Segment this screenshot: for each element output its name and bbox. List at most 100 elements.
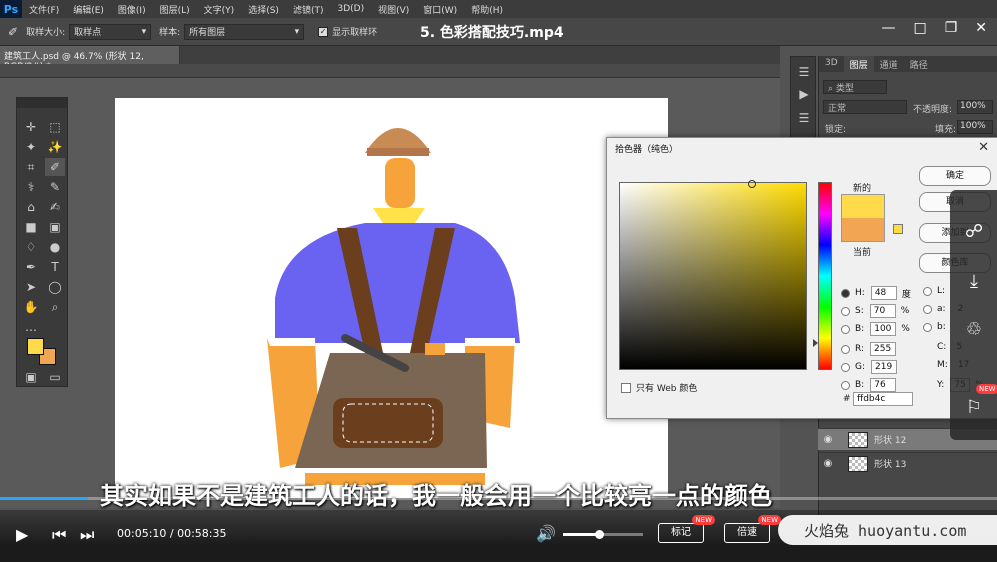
blue-radio[interactable] (841, 380, 850, 390)
lab-a-radio[interactable] (923, 304, 932, 314)
gradient-tool-icon[interactable]: ▣ (45, 218, 65, 236)
share-icon[interactable]: ☍ (962, 220, 986, 244)
minimize-icon[interactable]: — (881, 20, 895, 36)
show-ring-checkbox[interactable]: ✓ (318, 26, 329, 37)
next-icon[interactable]: ⏭ (80, 525, 94, 545)
document-canvas[interactable] (115, 98, 668, 498)
tab-paths[interactable]: 路径 (904, 56, 934, 72)
tab-channels[interactable]: 通道 (874, 56, 904, 72)
quick-mask-icon[interactable]: ▣ (21, 368, 41, 386)
fill-field[interactable]: 100% (957, 120, 993, 134)
actions-panel-icon[interactable]: ▶ (794, 85, 814, 103)
history-brush-icon[interactable]: ✍ (45, 198, 65, 216)
type-tool-icon[interactable]: T (45, 258, 65, 276)
green-field[interactable]: 219 (871, 360, 898, 374)
layer-name: 形状 12 (874, 436, 907, 446)
history-panel-icon[interactable]: ☰ (794, 63, 814, 81)
hue-field[interactable]: 48 (870, 286, 897, 300)
screen-mode-icon[interactable]: ▭ (45, 368, 65, 386)
toolbox-header[interactable] (17, 98, 67, 108)
previous-icon[interactable]: ⏮ (52, 525, 66, 545)
speed-button[interactable]: 倍速 NEW (724, 515, 781, 543)
close-icon[interactable]: ✕ (975, 20, 987, 36)
close-icon[interactable]: ✕ (978, 140, 989, 155)
current-color-swatch[interactable] (841, 218, 885, 242)
menu-edit[interactable]: 编辑(E) (66, 3, 111, 16)
healing-brush-icon[interactable]: ⚕ (21, 178, 41, 196)
more-tools-icon[interactable]: … (21, 318, 41, 336)
lab-b-radio[interactable] (923, 322, 932, 332)
hand-tool-icon[interactable]: ✋ (21, 298, 41, 316)
menu-filter[interactable]: 滤镜(T) (286, 3, 331, 16)
saturation-radio[interactable] (841, 306, 850, 316)
volume-slider[interactable] (563, 530, 643, 539)
move-tool-icon[interactable]: ✛ (21, 118, 41, 136)
volume-knob[interactable] (595, 530, 604, 539)
layer-row[interactable]: ◉ 形状 13 (818, 452, 997, 474)
crop-tool-icon[interactable]: ⌗ (21, 158, 41, 176)
tab-3d[interactable]: 3D (819, 56, 844, 72)
lab-l-radio[interactable] (923, 286, 932, 296)
eraser-tool-icon[interactable]: ■ (21, 218, 41, 236)
only-web-checkbox[interactable] (621, 382, 631, 393)
menu-image[interactable]: 图像(I) (111, 3, 153, 16)
zoom-tool-icon[interactable]: ⌕ (45, 298, 65, 316)
progress-bar[interactable] (0, 497, 997, 500)
eyedropper-tool-icon[interactable]: ✐ (45, 158, 65, 176)
red-radio[interactable] (841, 344, 850, 354)
ok-button[interactable]: 确定 (919, 166, 991, 186)
download-icon[interactable]: ⤓ (962, 270, 986, 294)
menu-help[interactable]: 帮助(H) (464, 3, 510, 16)
pen-tool-icon[interactable]: ✒ (21, 258, 41, 276)
lasso-tool-icon[interactable]: ✦ (21, 138, 41, 156)
green-radio[interactable] (841, 362, 850, 372)
brightness-field[interactable]: 100 (870, 322, 897, 336)
magic-wand-icon[interactable]: ✨ (45, 138, 65, 156)
eye-icon[interactable]: ◉ (818, 434, 838, 445)
ellipse-tool-icon[interactable]: ◯ (45, 278, 65, 296)
trash-icon[interactable]: ♲ (962, 318, 986, 342)
sample-select[interactable]: 所有图层 ▾ (184, 23, 305, 40)
menu-file[interactable]: 文件(F) (22, 3, 66, 16)
path-select-icon[interactable]: ➤ (21, 278, 41, 296)
eye-icon[interactable]: ◉ (818, 458, 838, 469)
menu-window[interactable]: 窗口(W) (416, 3, 464, 16)
brush-tool-icon[interactable]: ✎ (45, 178, 65, 196)
stamp-tool-icon[interactable]: ⌂ (21, 198, 41, 216)
document-tab[interactable]: 建筑工人.psd @ 46.7% (形状 12, RGB/8#) * (0, 46, 180, 72)
restore-icon[interactable]: ❐ (945, 20, 958, 36)
layer-kind-filter[interactable]: ⌕ 类型 (823, 80, 887, 94)
blend-mode-select[interactable]: 正常 (823, 100, 907, 114)
properties-panel-icon[interactable]: ☰ (794, 109, 814, 127)
sample-size-select[interactable]: 取样点 ▾ (69, 23, 152, 40)
marquee-tool-icon[interactable]: ⬚ (45, 118, 65, 136)
notes-button[interactable]: 标记 NEW (658, 515, 715, 543)
menu-layer[interactable]: 图层(L) (153, 3, 197, 16)
brightness-radio[interactable] (841, 324, 850, 334)
saturation-brightness-field[interactable] (619, 180, 807, 370)
menu-3d[interactable]: 3D(D) (330, 4, 371, 14)
red-field[interactable]: 255 (870, 342, 897, 356)
menu-view[interactable]: 视图(V) (371, 3, 416, 16)
hex-field[interactable]: ffdb4c (853, 392, 913, 406)
hue-radio[interactable] (841, 288, 850, 298)
hue-slider[interactable] (813, 182, 832, 370)
menu-type[interactable]: 文字(Y) (197, 3, 242, 16)
volume-icon[interactable]: 🔊 (536, 524, 556, 543)
blue-field[interactable]: 76 (870, 378, 897, 392)
tab-layers[interactable]: 图层 (843, 56, 874, 72)
hue-slider-handle[interactable] (813, 339, 818, 347)
pin-icon[interactable]: ⚐ (962, 396, 986, 420)
speed-button-label: 倍速 (737, 527, 757, 538)
foreground-color-swatch[interactable] (27, 338, 44, 355)
cube-warning-icon[interactable] (893, 224, 903, 234)
dodge-tool-icon[interactable]: ● (45, 238, 65, 256)
maximize-icon[interactable]: □ (913, 20, 926, 36)
eyedropper-icon[interactable]: ✐ (8, 25, 18, 39)
saturation-field[interactable]: 70 (869, 304, 896, 318)
play-icon[interactable]: ▶ (16, 525, 28, 544)
opacity-field[interactable]: 100% (957, 100, 993, 114)
blur-tool-icon[interactable]: ♢ (21, 238, 41, 256)
color-cursor[interactable] (748, 180, 756, 188)
menu-select[interactable]: 选择(S) (241, 3, 286, 16)
